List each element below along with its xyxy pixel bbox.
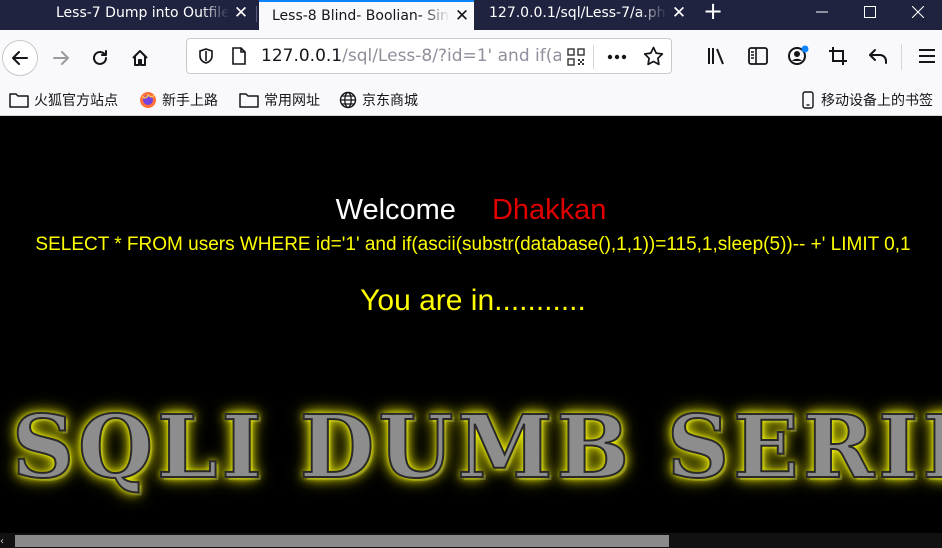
forward-button[interactable] [42, 39, 80, 77]
result-message: You are in........... [360, 284, 586, 317]
bookmark-label: 火狐官方站点 [34, 93, 118, 109]
navigation-toolbar: 127.0.0.1/sql/Less-8/?id=1' and if(ascii… [0, 30, 942, 84]
minimize-button[interactable] [798, 0, 846, 24]
back-button[interactable] [1, 39, 39, 77]
url-text[interactable]: 127.0.0.1/sql/Less-8/?id=1' and if(ascii… [261, 46, 561, 66]
sidebar-toggle-button[interactable] [744, 42, 772, 70]
url-path: /sql/Less-8/?id=1' and if(ascii(substr(d… [342, 46, 561, 66]
tab-title: 127.0.0.1/sql/Less-7/a.php [489, 5, 667, 21]
back-arrow-icon [12, 51, 28, 65]
undo-button[interactable] [864, 42, 892, 70]
tab-title: Less-7 Dump into Outfile [56, 5, 229, 21]
tab-less7-a-php[interactable]: 127.0.0.1/sql/Less-7/a.php ✕ [476, 0, 691, 26]
mobile-device-icon [802, 91, 814, 109]
horizontal-scrollbar[interactable]: ‹ [0, 533, 942, 548]
close-icon [912, 6, 924, 18]
page-actions-menu-icon[interactable] [607, 54, 627, 60]
tracking-protection-shield-icon[interactable] [197, 47, 215, 65]
folder-icon [239, 93, 259, 108]
sidebar-icon [748, 47, 768, 65]
forward-arrow-icon [53, 51, 69, 65]
mobile-bookmarks-label: 移动设备上的书签 [821, 93, 933, 109]
sqli-dumb-series-banner: SQLI DUMB SERIES [11, 397, 942, 498]
close-window-button[interactable] [894, 0, 942, 24]
home-icon [132, 50, 148, 66]
app-menu-button[interactable] [913, 42, 941, 70]
library-icon [708, 48, 724, 65]
username-text: Dhakkan [491, 194, 607, 226]
tab-close-icon[interactable]: ✕ [229, 3, 253, 23]
firefox-icon [140, 92, 156, 108]
tab-less8-active[interactable]: Less-8 Blind- Boolian- Single Quotes ✕ [259, 0, 474, 30]
reload-icon [93, 50, 107, 65]
tab-separator [256, 6, 257, 22]
tab-strip: Less-7 Dump into Outfile ✕ Less-8 Blind-… [0, 0, 942, 30]
page-info-icon[interactable] [231, 47, 247, 65]
bookmark-label: 新手上路 [162, 93, 218, 109]
hamburger-menu-icon [919, 49, 935, 63]
account-button[interactable] [784, 42, 812, 70]
crop-icon [829, 47, 847, 65]
bookmark-star-icon[interactable] [643, 46, 664, 67]
bookmarks-toolbar: 火狐官方站点 新手上路 常用网址 京东商城 移动设备上的书签 [0, 84, 942, 116]
globe-icon [339, 91, 357, 109]
url-bar[interactable]: 127.0.0.1/sql/Less-8/?id=1' and if(ascii… [186, 38, 672, 74]
undo-icon [869, 49, 887, 64]
bookmark-common-sites[interactable]: 常用网址 [239, 89, 320, 111]
tab-close-icon[interactable]: ✕ [667, 3, 691, 23]
reload-button[interactable] [81, 39, 119, 77]
bookmark-label: 京东商城 [362, 93, 418, 109]
toolbar-divider [901, 44, 902, 70]
welcome-text: Welcome [335, 194, 456, 226]
maximize-button[interactable] [846, 0, 894, 24]
url-divider [593, 45, 594, 69]
sql-query-text: SELECT * FROM users WHERE id='1' and if(… [35, 234, 911, 255]
scrollbar-thumb[interactable] [15, 535, 669, 547]
minimize-icon [816, 11, 828, 13]
bookmark-jd-mall[interactable]: 京东商城 [339, 89, 418, 111]
tab-close-icon[interactable]: ✕ [450, 6, 474, 26]
screenshot-button[interactable] [824, 42, 852, 70]
folder-icon [9, 93, 29, 108]
bookmark-firefox-official[interactable]: 火狐官方站点 [9, 89, 118, 111]
maximize-icon [864, 6, 876, 18]
bookmark-label: 常用网址 [264, 93, 320, 109]
welcome-line: Welcome Dhakkan [0, 194, 942, 227]
bookmark-getting-started[interactable]: 新手上路 [139, 89, 218, 111]
qr-code-icon[interactable] [567, 48, 585, 66]
home-button[interactable] [121, 39, 159, 77]
mobile-bookmarks[interactable]: 移动设备上的书签 [802, 89, 933, 111]
library-button[interactable] [704, 42, 732, 70]
new-tab-button[interactable]: + [700, 0, 726, 24]
url-host: 127.0.0.1 [261, 46, 343, 66]
scroll-left-arrow-icon[interactable]: ‹ [0, 536, 14, 548]
tab-less7[interactable]: Less-7 Dump into Outfile ✕ [43, 0, 253, 26]
tab-title: Less-8 Blind- Boolian- Single Quotes [272, 8, 450, 24]
account-icon [788, 45, 809, 65]
page-content: Welcome Dhakkan SELECT * FROM users WHERE… [0, 116, 942, 548]
